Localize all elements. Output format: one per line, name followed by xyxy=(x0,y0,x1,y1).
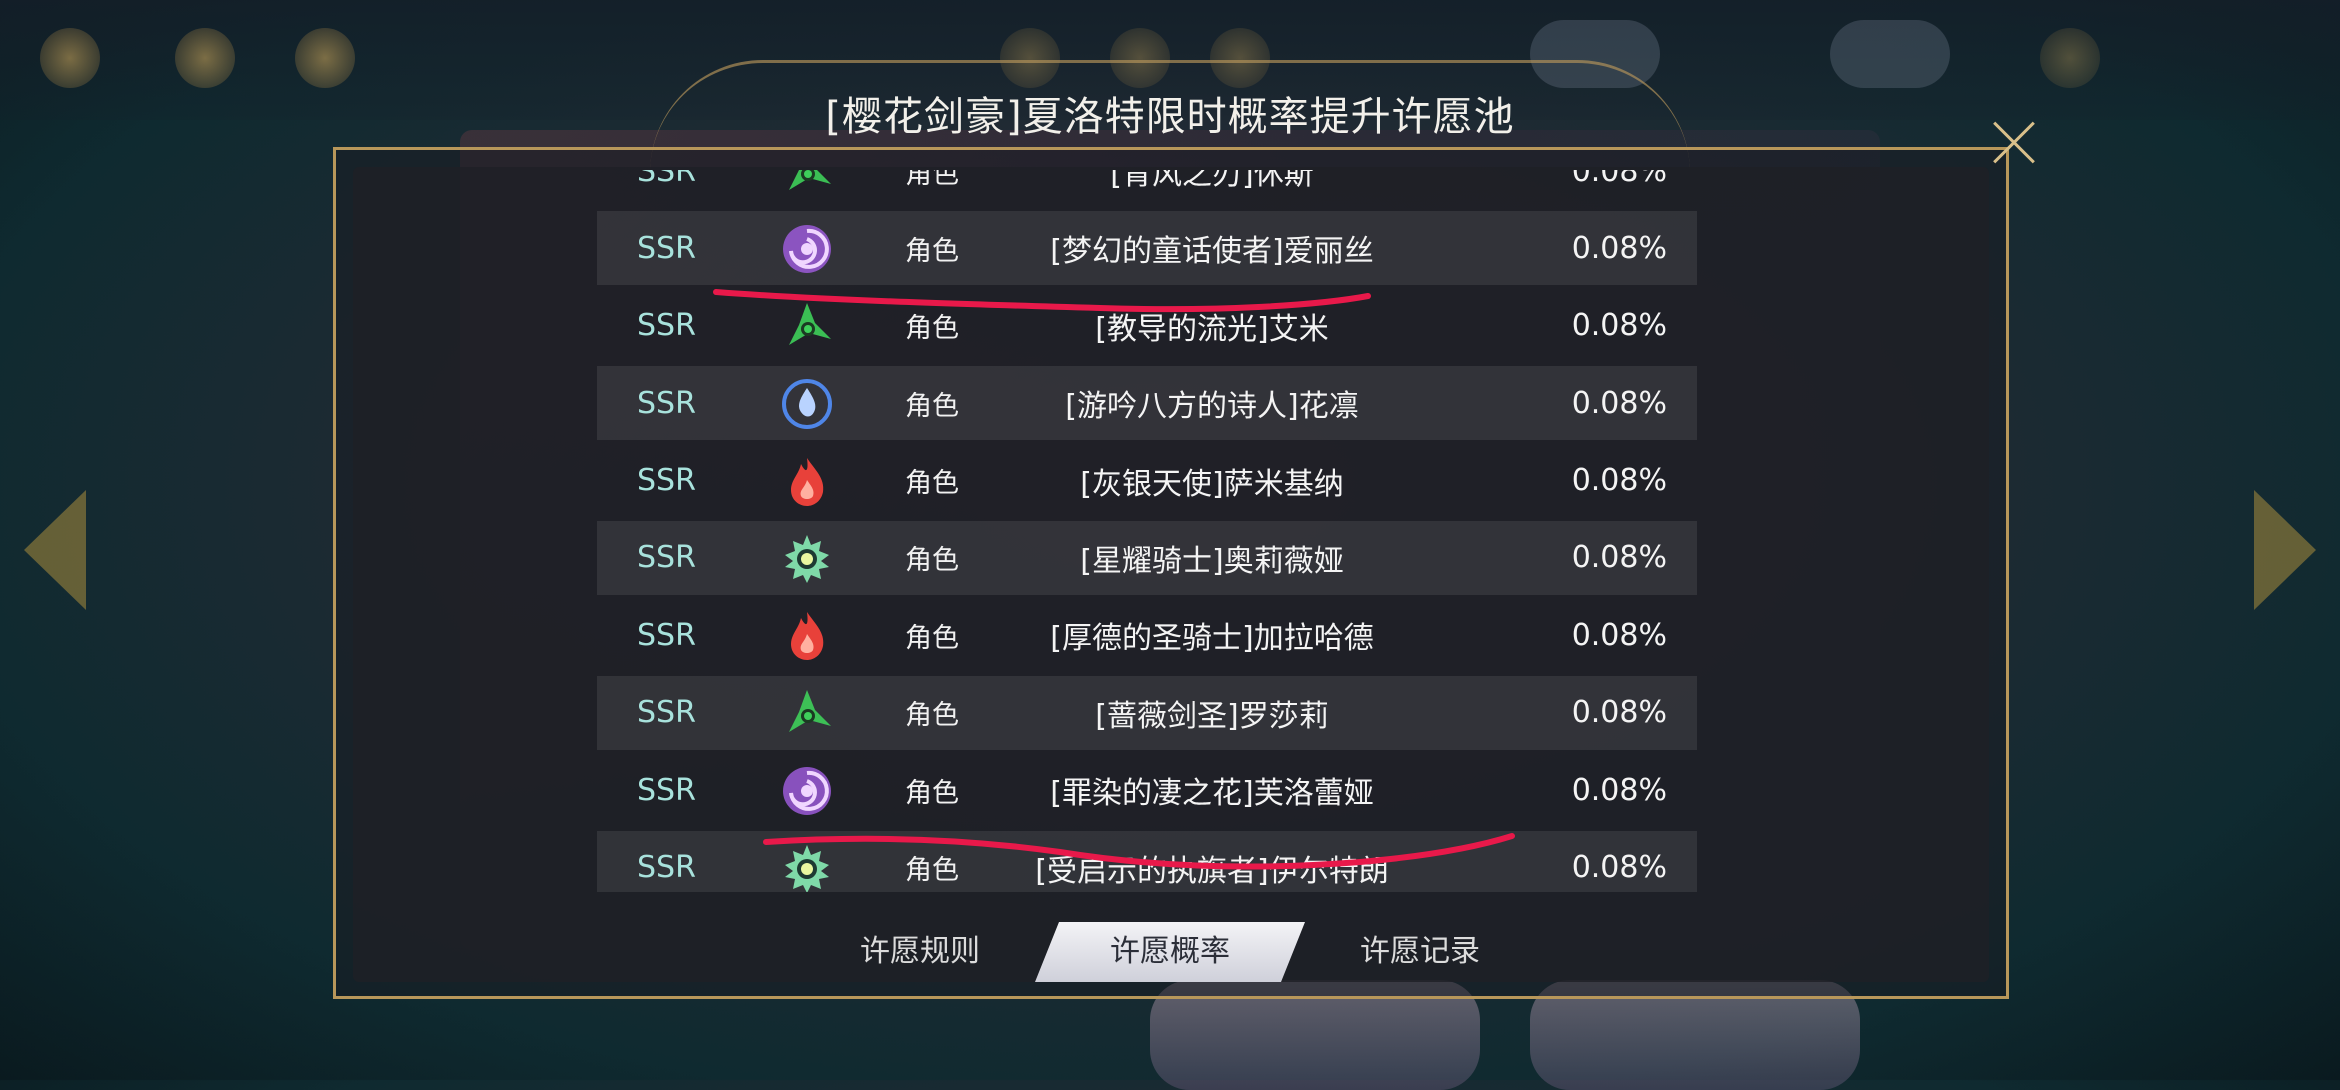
table-row: SSR 角色 [星耀骑士]奥莉薇娅 0.08% xyxy=(597,520,1697,595)
top-bar-icon xyxy=(2040,28,2100,88)
dialog-title: [樱花剑豪]夏洛特限时概率提升许愿池 xyxy=(825,94,1515,140)
character-name: [灰银天使]萨米基纳 xyxy=(1080,466,1344,502)
table-row: SSR 角色 [蔷薇剑圣]罗莎莉 0.08% xyxy=(597,675,1697,750)
light-element-icon xyxy=(779,531,835,587)
drop-rate: 0.08% xyxy=(1571,772,1667,808)
rarity-label: SSR xyxy=(637,170,696,189)
table-row: SSR 角色 [厚德的圣骑士]加拉哈德 0.08% xyxy=(597,598,1697,672)
character-name: [青风之刃]休斯 xyxy=(1110,170,1314,192)
dialog-tabs: 许愿规则 许愿概率 许愿记录 xyxy=(820,922,1520,982)
rarity-label: SSR xyxy=(637,540,696,576)
rarity-label: SSR xyxy=(637,230,696,266)
top-bar-icon xyxy=(295,28,355,88)
light-element-icon xyxy=(779,841,835,892)
wind-element-icon xyxy=(779,170,835,200)
item-type-label: 角色 xyxy=(905,390,959,422)
character-name: [罪染的凄之花]芙洛蕾娅 xyxy=(1050,776,1374,812)
water-element-icon xyxy=(779,376,835,432)
rarity-label: SSR xyxy=(637,850,696,886)
drop-rate: 0.08% xyxy=(1571,850,1667,886)
wind-element-icon xyxy=(779,299,835,355)
rarity-label: SSR xyxy=(637,772,696,808)
rarity-label: SSR xyxy=(637,695,696,731)
table-row: SSR 角色 [罪染的凄之花]芙洛蕾娅 0.08% xyxy=(597,753,1697,827)
rarity-label: SSR xyxy=(637,308,696,344)
fire-element-icon xyxy=(779,454,835,510)
tab-wish-rules[interactable]: 许愿规则 xyxy=(820,922,1020,982)
top-bar-icon xyxy=(40,28,100,88)
item-type-label: 角色 xyxy=(905,170,959,190)
character-name: [梦幻的童话使者]爱丽丝 xyxy=(1050,234,1374,270)
table-row: SSR 角色 [游吟八方的诗人]花凛 0.08% xyxy=(597,366,1697,441)
item-type-label: 角色 xyxy=(905,622,959,654)
top-bar-icon xyxy=(175,28,235,88)
item-type-label: 角色 xyxy=(905,313,959,345)
item-type-label: 角色 xyxy=(905,545,959,577)
item-type-label: 角色 xyxy=(905,700,959,732)
tab-wish-history[interactable]: 许愿记录 xyxy=(1320,922,1520,982)
character-name: [厚德的圣骑士]加拉哈德 xyxy=(1050,621,1374,657)
drop-rate: 0.08% xyxy=(1571,695,1667,731)
dark-element-icon xyxy=(779,221,835,277)
item-type-label: 角色 xyxy=(905,235,959,267)
wind-element-icon xyxy=(779,686,835,742)
table-row: SSR 角色 [梦幻的童话使者]爱丽丝 0.08% xyxy=(597,211,1697,286)
drop-rate: 0.08% xyxy=(1571,230,1667,266)
drop-rate: 0.08% xyxy=(1571,308,1667,344)
character-name: [受启示的执旗者]伊尔特朗 xyxy=(1035,853,1389,889)
drop-rate: 0.08% xyxy=(1571,540,1667,576)
character-name: [蔷薇剑圣]罗莎莉 xyxy=(1095,698,1329,734)
rarity-label: SSR xyxy=(637,463,696,499)
rates-list[interactable]: SSR 角色 [青风之刃]休斯 0.08% SSR 角色 [梦幻的童话使者]爱丽丝… xyxy=(597,170,1697,892)
close-icon[interactable] xyxy=(1990,120,2036,166)
table-row: SSR 角色 [青风之刃]休斯 0.08% xyxy=(597,170,1697,208)
table-row: SSR 角色 [受启示的执旗者]伊尔特朗 0.08% xyxy=(597,830,1697,892)
character-name: [游吟八方的诗人]花凛 xyxy=(1065,389,1359,425)
rarity-label: SSR xyxy=(637,385,696,421)
item-type-label: 角色 xyxy=(905,468,959,500)
drop-rate: 0.08% xyxy=(1571,385,1667,421)
item-type-label: 角色 xyxy=(905,777,959,809)
drop-rate: 0.08% xyxy=(1571,463,1667,499)
item-type-label: 角色 xyxy=(905,855,959,887)
drop-rate: 0.08% xyxy=(1571,170,1667,189)
tab-wish-rates[interactable]: 许愿概率 xyxy=(1035,922,1305,982)
next-arrow-icon[interactable] xyxy=(2254,490,2316,610)
character-name: [教导的流光]艾米 xyxy=(1095,311,1329,347)
table-row: SSR 角色 [灰银天使]萨米基纳 0.08% xyxy=(597,444,1697,518)
dark-element-icon xyxy=(779,763,835,819)
rarity-label: SSR xyxy=(637,617,696,653)
drop-rate: 0.08% xyxy=(1571,617,1667,653)
fire-element-icon xyxy=(779,608,835,664)
table-row: SSR 角色 [教导的流光]艾米 0.08% xyxy=(597,289,1697,363)
currency-pill xyxy=(1830,20,1950,88)
previous-arrow-icon[interactable] xyxy=(24,490,86,610)
character-name: [星耀骑士]奥莉薇娅 xyxy=(1080,543,1344,579)
